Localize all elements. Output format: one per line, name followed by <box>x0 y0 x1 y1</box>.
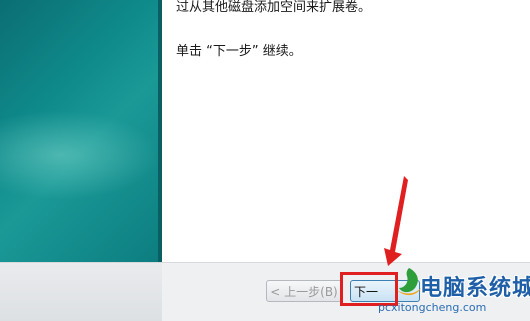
back-button[interactable]: < 上一步(B) <box>266 280 342 302</box>
watermark-url: pcxitongcheng.com <box>378 301 487 314</box>
watermark-title: 电脑系统城 <box>420 276 530 301</box>
wizard-content-pane: 过从其他磁盘添加空间来扩展卷。 单击 “下一步” 继续。 <box>162 0 530 262</box>
banner-glow <box>0 110 160 200</box>
wizard-banner <box>0 0 162 262</box>
description-text: 过从其他磁盘添加空间来扩展卷。 <box>176 0 372 15</box>
instruction-text: 单击 “下一步” 继续。 <box>176 44 302 59</box>
button-bar-shade <box>0 263 162 321</box>
